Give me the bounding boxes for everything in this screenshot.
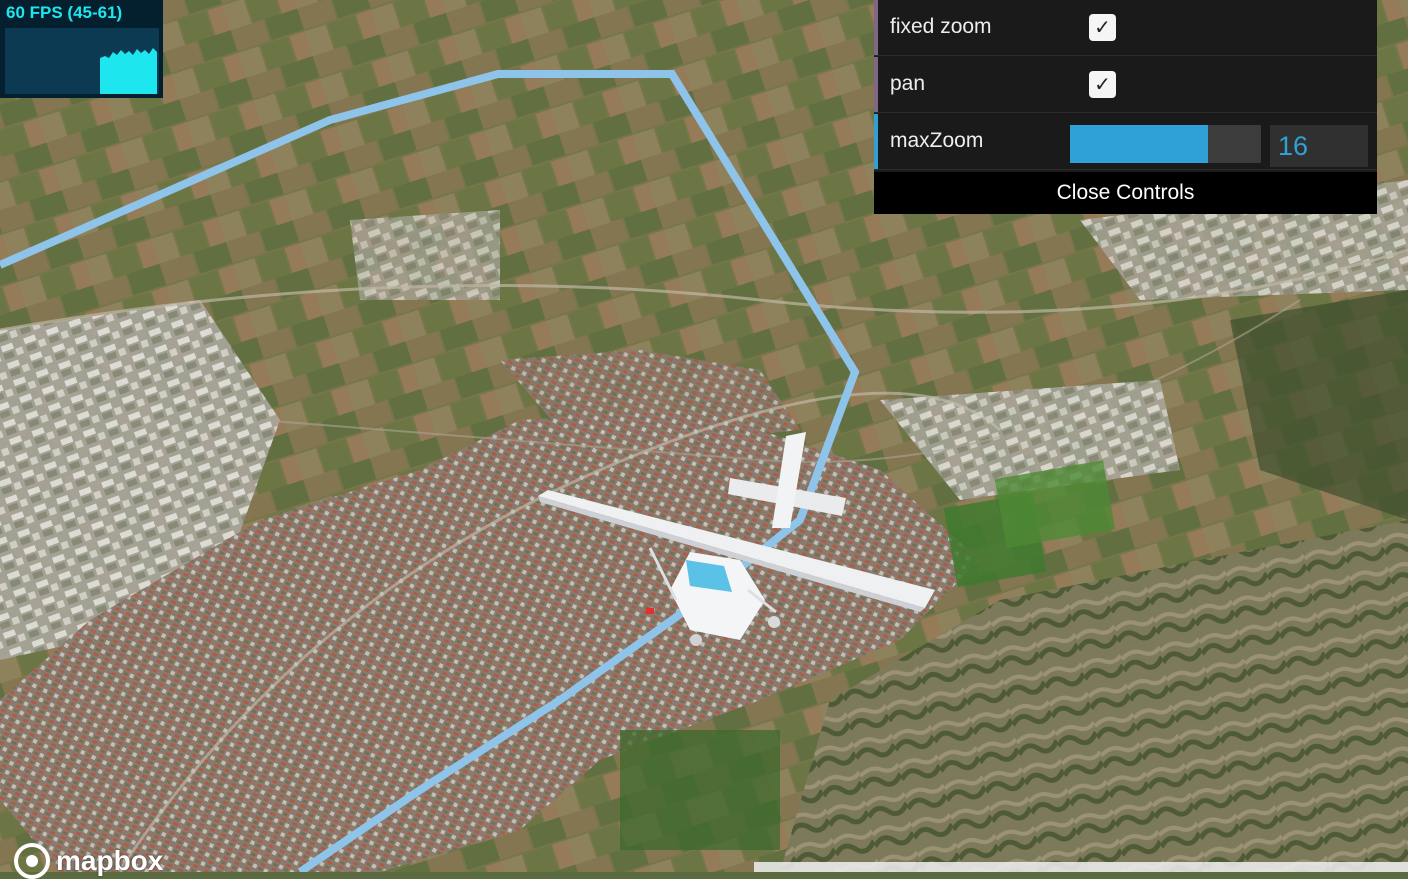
fps-readout: 60 FPS (45-61) (6, 3, 123, 22)
max-zoom-slider[interactable] (1070, 125, 1261, 163)
pan-checkbox[interactable]: ✓ (1089, 71, 1116, 98)
fixed-zoom-label: fixed zoom (890, 15, 992, 38)
mapbox-logo-icon (14, 843, 50, 879)
slider-fill (1070, 125, 1208, 163)
pan-row[interactable]: pan ✓ (874, 57, 1377, 113)
fps-graph (5, 28, 159, 94)
fixed-zoom-checkbox[interactable]: ✓ (1089, 14, 1116, 41)
row-accent (874, 114, 878, 169)
close-controls-button[interactable]: Close Controls (874, 172, 1377, 214)
checkmark-icon: ✓ (1094, 16, 1111, 39)
attribution-strip (754, 862, 1408, 872)
row-accent (874, 0, 878, 55)
max-zoom-input[interactable] (1270, 125, 1368, 167)
row-accent (874, 57, 878, 112)
controls-panel: fixed zoom ✓ pan ✓ maxZoom Close Control… (874, 0, 1377, 214)
checkmark-icon: ✓ (1094, 73, 1111, 96)
fps-meter: 60 FPS (45-61) (0, 0, 163, 98)
pan-label: pan (890, 72, 926, 95)
max-zoom-label: maxZoom (890, 129, 984, 152)
fps-history-bars (100, 48, 157, 94)
max-zoom-row: maxZoom (874, 114, 1377, 170)
fixed-zoom-row[interactable]: fixed zoom ✓ (874, 0, 1377, 56)
attribution-text: mapbox (56, 845, 164, 876)
